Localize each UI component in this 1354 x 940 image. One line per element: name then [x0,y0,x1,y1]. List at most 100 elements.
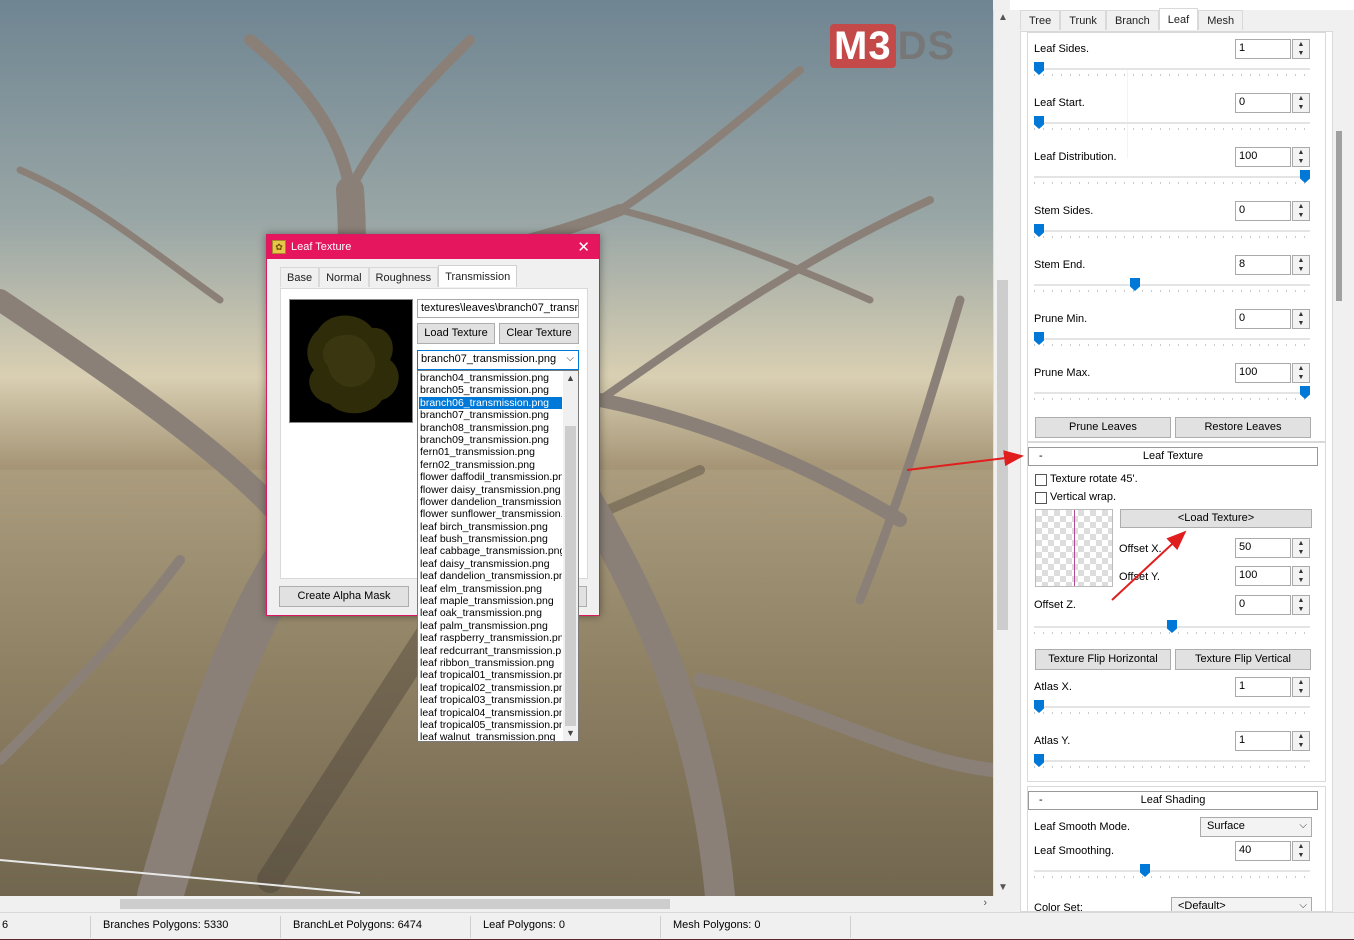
spin-arrows-icon[interactable]: ▲ ▼ [1292,93,1310,113]
spin-arrows-icon[interactable]: ▲ ▼ [1292,731,1310,751]
dropdown-item[interactable]: leaf tropical05_transmission.png [419,719,562,731]
collapse-icon[interactable]: - [1039,448,1043,465]
atlas-x-slider[interactable] [1034,700,1310,714]
texture-flip-horizontal-button[interactable]: Texture Flip Horizontal [1035,649,1171,670]
dropdown-item[interactable]: leaf dandelion_transmission.png [419,570,562,582]
chevron-down-icon[interactable]: ⌵ [1299,820,1307,831]
leaf-sides-spinner[interactable]: 1 ▲ ▼ [1235,39,1311,59]
leaf-start-slider[interactable] [1034,116,1310,130]
atlas-x-spinner[interactable]: 1 ▲ ▼ [1235,677,1311,697]
atlas-y-spinner[interactable]: 1 ▲ ▼ [1235,731,1311,751]
texture-flip-vertical-button[interactable]: Texture Flip Vertical [1175,649,1311,670]
tab-branch[interactable]: Branch [1105,10,1159,30]
dropdown-item[interactable]: leaf walnut_transmission.png [419,731,562,741]
leaf-distribution-value[interactable]: 100 [1235,147,1291,167]
prune-max-spinner[interactable]: 100 ▲ ▼ [1235,363,1311,383]
leaf-sides-value[interactable]: 1 [1235,39,1291,59]
dropdown-item[interactable]: leaf birch_transmission.png [419,521,562,533]
tab-mesh[interactable]: Mesh [1198,10,1244,30]
dropdown-item[interactable]: leaf tropical04_transmission.png [419,707,562,719]
dropdown-item[interactable]: branch05_transmission.png [419,384,562,396]
dropdown-item[interactable]: flower daisy_transmission.png [419,484,562,496]
dropdown-scrollbar[interactable]: ▲ ▼ [563,371,578,741]
dropdown-item[interactable]: leaf bush_transmission.png [419,533,562,545]
dropdown-item[interactable]: branch09_transmission.png [419,434,562,446]
prune-leaves-button[interactable]: Prune Leaves [1035,417,1171,438]
scroll-up-icon[interactable]: ▲ [998,12,1008,23]
spin-arrows-icon[interactable]: ▲ ▼ [1292,363,1310,383]
restore-leaves-button[interactable]: Restore Leaves [1175,417,1311,438]
texture-path-field[interactable]: textures\leaves\branch07_transmis [417,299,579,318]
scroll-right-icon[interactable]: › [983,897,987,909]
atlas-y-value[interactable]: 1 [1235,731,1291,751]
panel-scroll-thumb[interactable] [1336,131,1342,301]
leaf-distribution-slider[interactable] [1034,170,1310,184]
texture-rotate-checkbox[interactable] [1035,474,1047,486]
spin-arrows-icon[interactable]: ▲ ▼ [1292,201,1310,221]
stem-end-value[interactable]: 8 [1235,255,1291,275]
prune-max-value[interactable]: 100 [1235,363,1291,383]
tab-tree[interactable]: Tree [1020,10,1061,30]
atlas-y-slider[interactable] [1034,754,1310,768]
viewport-vscroll-thumb[interactable] [997,280,1008,630]
stem-sides-spinner[interactable]: 0 ▲ ▼ [1235,201,1311,221]
load-texture-button[interactable]: Load Texture [417,323,495,344]
tab-leaf[interactable]: Leaf [1158,8,1199,30]
stem-sides-slider[interactable] [1034,224,1310,238]
dropdown-item[interactable]: branch07_transmission.png [419,409,562,421]
leaf-start-spinner[interactable]: 0 ▲ ▼ [1235,93,1311,113]
stem-end-spinner[interactable]: 8 ▲ ▼ [1235,255,1311,275]
texture-file-dropdown[interactable]: branch04_transmission.png branch05_transm… [417,370,579,742]
texture-file-combo[interactable]: branch07_transmission.png ⌵ [417,350,579,370]
dropdown-item[interactable]: flower sunflower_transmission.pi [419,508,562,520]
dropdown-item[interactable]: branch06_transmission.png [419,396,562,410]
dropdown-item[interactable]: leaf tropical01_transmission.png [419,669,562,681]
dropdown-item[interactable]: leaf ribbon_transmission.png [419,657,562,669]
dropdown-item[interactable]: branch08_transmission.png [419,422,562,434]
dropdown-item[interactable]: leaf tropical03_transmission.png [419,694,562,706]
scroll-down-icon[interactable]: ▼ [998,882,1008,893]
leaf-smoothing-slider[interactable] [1034,864,1310,878]
collapse-icon[interactable]: - [1039,792,1043,809]
leaf-distribution-spinner[interactable]: 100 ▲ ▼ [1235,147,1311,167]
prune-min-spinner[interactable]: 0 ▲ ▼ [1235,309,1311,329]
dropdown-item[interactable]: leaf raspberry_transmission.png [419,632,562,644]
prune-max-slider[interactable] [1034,386,1310,400]
close-icon[interactable]: ✕ [577,238,590,256]
tab-base[interactable]: Base [280,267,320,287]
offset-y-value[interactable]: 100 [1235,566,1291,586]
dropdown-item[interactable]: flower dandelion_transmission.p [419,496,562,508]
create-alpha-mask-button[interactable]: Create Alpha Mask [279,586,409,607]
dropdown-item[interactable]: leaf palm_transmission.png [419,620,562,632]
prune-min-slider[interactable] [1034,332,1310,346]
viewport-vertical-scrollbar[interactable]: ▲ ▼ [993,10,1010,896]
stem-sides-value[interactable]: 0 [1235,201,1291,221]
leaf-start-value[interactable]: 0 [1235,93,1291,113]
spin-arrows-icon[interactable]: ▲ ▼ [1292,538,1310,558]
texture-thumbnail[interactable] [1035,509,1113,587]
chevron-down-icon[interactable]: ⌵ [1299,900,1307,911]
leaf-sides-slider[interactable] [1034,62,1310,76]
spin-arrows-icon[interactable]: ▲ ▼ [1292,147,1310,167]
spin-arrows-icon[interactable]: ▲ ▼ [1292,841,1310,861]
offset-y-spinner[interactable]: 100 ▲ ▼ [1235,566,1311,586]
chevron-up-icon[interactable]: ▲ [566,373,575,383]
offset-z-value[interactable]: 0 [1235,595,1291,615]
leaf-shading-header[interactable]: - Leaf Shading [1028,791,1318,810]
offset-z-slider[interactable] [1034,620,1310,634]
dropdown-scroll-thumb[interactable] [565,426,576,726]
color-set-select[interactable]: <Default> ⌵ [1171,897,1312,911]
dropdown-item[interactable]: leaf maple_transmission.png [419,595,562,607]
offset-z-spinner[interactable]: 0 ▲ ▼ [1235,595,1311,615]
dropdown-item[interactable]: fern01_transmission.png [419,446,562,458]
spin-arrows-icon[interactable]: ▲ ▼ [1292,595,1310,615]
atlas-x-value[interactable]: 1 [1235,677,1291,697]
offset-x-spinner[interactable]: 50 ▲ ▼ [1235,538,1311,558]
stem-end-slider[interactable] [1034,278,1310,292]
vertical-wrap-checkbox[interactable] [1035,492,1047,504]
tab-normal[interactable]: Normal [319,267,369,287]
viewport-horizontal-scrollbar[interactable]: › [0,896,993,912]
dropdown-item[interactable]: leaf oak_transmission.png [419,607,562,619]
spin-arrows-icon[interactable]: ▲ ▼ [1292,566,1310,586]
dropdown-item[interactable]: leaf redcurrant_transmission.pnc [419,645,562,657]
